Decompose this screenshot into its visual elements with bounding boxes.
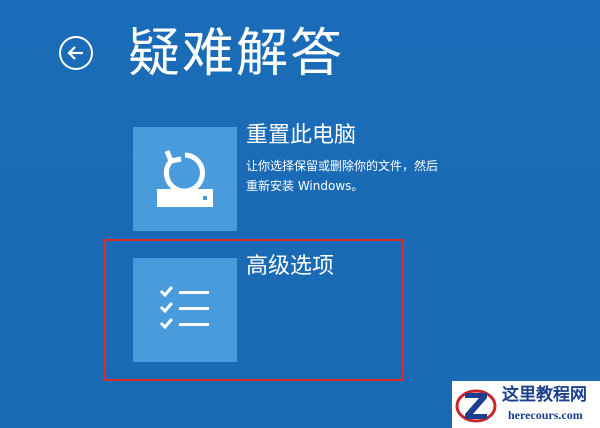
- checklist-icon: [159, 286, 209, 330]
- back-arrow-icon: [67, 46, 83, 60]
- watermark: 这里教程网 herecours.com: [452, 381, 600, 428]
- option-reset-pc[interactable]: 重置此电脑 让你选择保留或删除你的文件，然后 重新安装 Windows。: [133, 123, 493, 231]
- option-title: 高级选项: [246, 254, 335, 279]
- watermark-url: herecours.com: [508, 408, 583, 422]
- option-description-line: 让你选择保留或删除你的文件，然后: [246, 159, 439, 173]
- option-advanced[interactable]: 高级选项: [133, 254, 493, 362]
- option-tile: [133, 258, 237, 362]
- option-title: 重置此电脑: [246, 123, 357, 148]
- watermark-logo-icon: [455, 389, 497, 423]
- watermark-name: 这里教程网: [502, 385, 587, 405]
- option-description-line: 重新安装 Windows。: [246, 179, 364, 193]
- page-title: 疑难解答: [128, 24, 345, 84]
- reset-pc-icon: [157, 150, 213, 207]
- troubleshoot-screen: 疑难解答 重置此电脑 让你选择保留或删除你的文件，然后 重新安装 Windows…: [0, 0, 600, 428]
- back-button[interactable]: [59, 36, 93, 70]
- option-description: 让你选择保留或删除你的文件，然后 重新安装 Windows。: [246, 156, 486, 196]
- option-tile: [133, 127, 237, 231]
